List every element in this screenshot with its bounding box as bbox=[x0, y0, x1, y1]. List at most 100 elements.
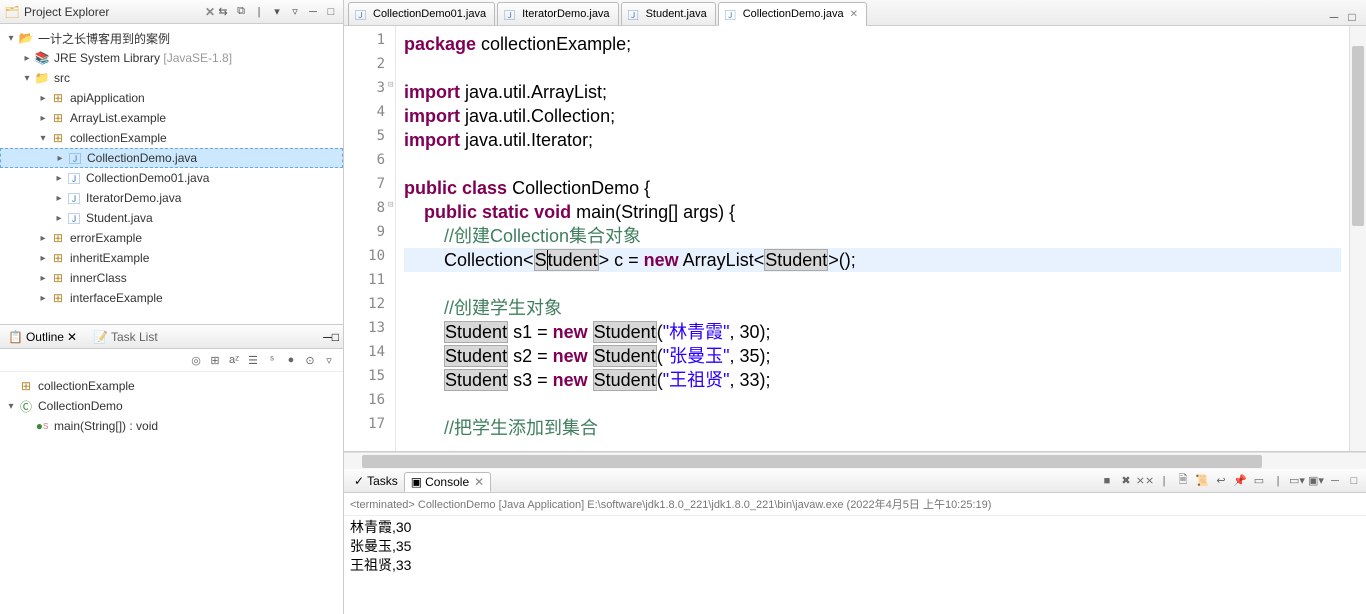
project-explorer-tree[interactable]: ▾📂一计之长博客用到的案例▸📚JRE System Library [JavaS… bbox=[0, 24, 343, 324]
scrollbar-thumb[interactable] bbox=[362, 455, 1262, 468]
line-number[interactable]: 16 bbox=[344, 392, 395, 416]
editor-maximize-icon[interactable]: □ bbox=[1344, 9, 1360, 25]
maximize-bottom-icon[interactable]: □ bbox=[1346, 473, 1362, 489]
open-console-icon[interactable]: ▭▾ bbox=[1289, 473, 1305, 489]
editor-tab[interactable]: 🄹Student.java bbox=[621, 2, 716, 25]
editor[interactable]: 1234567891011121314151617 package collec… bbox=[344, 26, 1366, 452]
code-line[interactable]: public static void main(String[] args) { bbox=[404, 200, 1341, 224]
line-number[interactable]: 17 bbox=[344, 416, 395, 440]
scroll-lock-icon[interactable]: 📜 bbox=[1194, 473, 1210, 489]
expand-arrow-icon[interactable]: ▸ bbox=[20, 53, 34, 64]
view-menu-icon[interactable]: ▿ bbox=[287, 4, 303, 20]
remove-launch-icon[interactable]: ✖ bbox=[1118, 473, 1134, 489]
tree-item[interactable]: ▸🄹CollectionDemo.java bbox=[0, 148, 343, 168]
line-number-gutter[interactable]: 1234567891011121314151617 bbox=[344, 26, 396, 451]
line-number[interactable]: 3 bbox=[344, 80, 395, 104]
line-number[interactable]: 9 bbox=[344, 224, 395, 248]
tree-item[interactable]: ▸🄹Student.java bbox=[0, 208, 343, 228]
focus-active-icon[interactable]: ◎ bbox=[188, 352, 204, 368]
hide-nonpublic-icon[interactable]: ● bbox=[283, 352, 299, 368]
line-number[interactable]: 1 bbox=[344, 32, 395, 56]
tree-item[interactable]: ▾📂一计之长博客用到的案例 bbox=[0, 28, 343, 48]
outline-item[interactable]: ▾ⒸCollectionDemo bbox=[0, 396, 343, 416]
editor-tab[interactable]: 🄹IteratorDemo.java bbox=[497, 2, 618, 25]
expand-arrow-icon[interactable]: ▸ bbox=[52, 173, 66, 184]
pin-console-icon[interactable]: 📌 bbox=[1232, 473, 1248, 489]
link-editor-icon[interactable]: ⧉ bbox=[233, 4, 249, 20]
close-view-icon[interactable]: ✕ bbox=[205, 5, 215, 19]
outline-item[interactable]: ⊞collectionExample bbox=[0, 376, 343, 396]
tree-item[interactable]: ▸📚JRE System Library [JavaSE-1.8] bbox=[0, 48, 343, 68]
tree-item[interactable]: ▸⊞interfaceExample bbox=[0, 288, 343, 308]
tree-item[interactable]: ▸⊞ArrayList.example bbox=[0, 108, 343, 128]
outline-maximize-icon[interactable]: □ bbox=[332, 330, 339, 344]
outline-menu-icon[interactable]: ▿ bbox=[321, 352, 337, 368]
code-line[interactable] bbox=[404, 392, 1341, 416]
code-line[interactable]: //创建Collection集合对象 bbox=[404, 224, 1341, 248]
line-number[interactable]: 10 bbox=[344, 248, 395, 272]
line-number[interactable]: 12 bbox=[344, 296, 395, 320]
code-line[interactable]: import java.util.Collection; bbox=[404, 104, 1341, 128]
word-wrap-icon[interactable]: ↩ bbox=[1213, 473, 1229, 489]
line-number[interactable]: 6 bbox=[344, 152, 395, 176]
line-number[interactable]: 4 bbox=[344, 104, 395, 128]
minimize-view-icon[interactable]: ─ bbox=[305, 4, 321, 20]
code-line[interactable] bbox=[404, 272, 1341, 296]
line-number[interactable]: 7 bbox=[344, 176, 395, 200]
hide-local-icon[interactable]: ⊙ bbox=[302, 352, 318, 368]
line-number[interactable]: 8 bbox=[344, 200, 395, 224]
tree-item[interactable]: ▸⊞errorExample bbox=[0, 228, 343, 248]
new-console-icon[interactable]: ▣▾ bbox=[1308, 473, 1324, 489]
remove-all-icon[interactable]: ⨯⨯ bbox=[1137, 473, 1153, 489]
display-console-icon[interactable]: ▭ bbox=[1251, 473, 1267, 489]
tree-item[interactable]: ▸⊞inheritExample bbox=[0, 248, 343, 268]
line-number[interactable]: 14 bbox=[344, 344, 395, 368]
code-line[interactable]: package collectionExample; bbox=[404, 32, 1341, 56]
outline-minimize-icon[interactable]: ─ bbox=[323, 330, 332, 344]
expand-arrow-icon[interactable]: ▸ bbox=[36, 93, 50, 104]
outline-tab[interactable]: 📋 Outline ✕ bbox=[4, 328, 81, 346]
line-number[interactable]: 11 bbox=[344, 272, 395, 296]
editor-minimize-icon[interactable]: ─ bbox=[1326, 9, 1342, 25]
tree-item[interactable]: ▸⊞innerClass bbox=[0, 268, 343, 288]
expand-arrow-icon[interactable]: ▸ bbox=[52, 193, 66, 204]
code-line[interactable]: Student s1 = new Student("林青霞", 30); bbox=[404, 320, 1341, 344]
expand-arrow-icon[interactable]: ▸ bbox=[36, 253, 50, 264]
outline-tree[interactable]: ⊞collectionExample▾ⒸCollectionDemo●Smain… bbox=[0, 372, 343, 614]
outline-item[interactable]: ●Smain(String[]) : void bbox=[0, 416, 343, 436]
line-number[interactable]: 2 bbox=[344, 56, 395, 80]
scrollbar-thumb[interactable] bbox=[1352, 46, 1364, 226]
code-line[interactable]: public class CollectionDemo { bbox=[404, 176, 1341, 200]
editor-tab[interactable]: 🄹CollectionDemo.java✕ bbox=[718, 2, 867, 26]
code-line[interactable]: //把学生添加到集合 bbox=[404, 416, 1341, 440]
maximize-view-icon[interactable]: □ bbox=[323, 4, 339, 20]
code-line[interactable]: Student s3 = new Student("王祖贤", 33); bbox=[404, 368, 1341, 392]
az-sort-icon[interactable]: aᶻ bbox=[226, 352, 242, 368]
vertical-scrollbar[interactable] bbox=[1349, 26, 1366, 451]
horizontal-scrollbar[interactable] bbox=[344, 452, 1366, 469]
expand-arrow-icon[interactable]: ▾ bbox=[36, 133, 50, 144]
code-line[interactable]: import java.util.ArrayList; bbox=[404, 80, 1341, 104]
terminate-icon[interactable]: ■ bbox=[1099, 473, 1115, 489]
tasklist-tab[interactable]: 📝 Task List bbox=[89, 328, 162, 346]
focus-icon[interactable]: ▾ bbox=[269, 4, 285, 20]
hide-fields-icon[interactable]: ☰ bbox=[245, 352, 261, 368]
console-tab[interactable]: ▣ Console ✕ bbox=[404, 472, 491, 492]
expand-arrow-icon[interactable]: ▸ bbox=[36, 113, 50, 124]
code-area[interactable]: package collectionExample; import java.ut… bbox=[396, 26, 1349, 451]
line-number[interactable]: 5 bbox=[344, 128, 395, 152]
close-tab-icon[interactable]: ✕ bbox=[850, 9, 858, 20]
expand-arrow-icon[interactable]: ▸ bbox=[36, 273, 50, 284]
code-line[interactable] bbox=[404, 152, 1341, 176]
console-output[interactable]: 林青霞,30张曼玉,35王祖贤,33 bbox=[344, 516, 1366, 614]
expand-arrow-icon[interactable]: ▸ bbox=[36, 293, 50, 304]
tree-item[interactable]: ▸🄹CollectionDemo01.java bbox=[0, 168, 343, 188]
line-number[interactable]: 15 bbox=[344, 368, 395, 392]
expand-arrow-icon[interactable]: ▾ bbox=[4, 33, 18, 44]
clear-console-icon[interactable]: 🗎 bbox=[1175, 473, 1191, 489]
tasks-tab[interactable]: ✓ Tasks bbox=[348, 472, 404, 490]
expand-arrow-icon[interactable]: ▾ bbox=[4, 401, 18, 412]
line-number[interactable]: 13 bbox=[344, 320, 395, 344]
code-line[interactable]: import java.util.Iterator; bbox=[404, 128, 1341, 152]
sort-icon[interactable]: ⊞ bbox=[207, 352, 223, 368]
